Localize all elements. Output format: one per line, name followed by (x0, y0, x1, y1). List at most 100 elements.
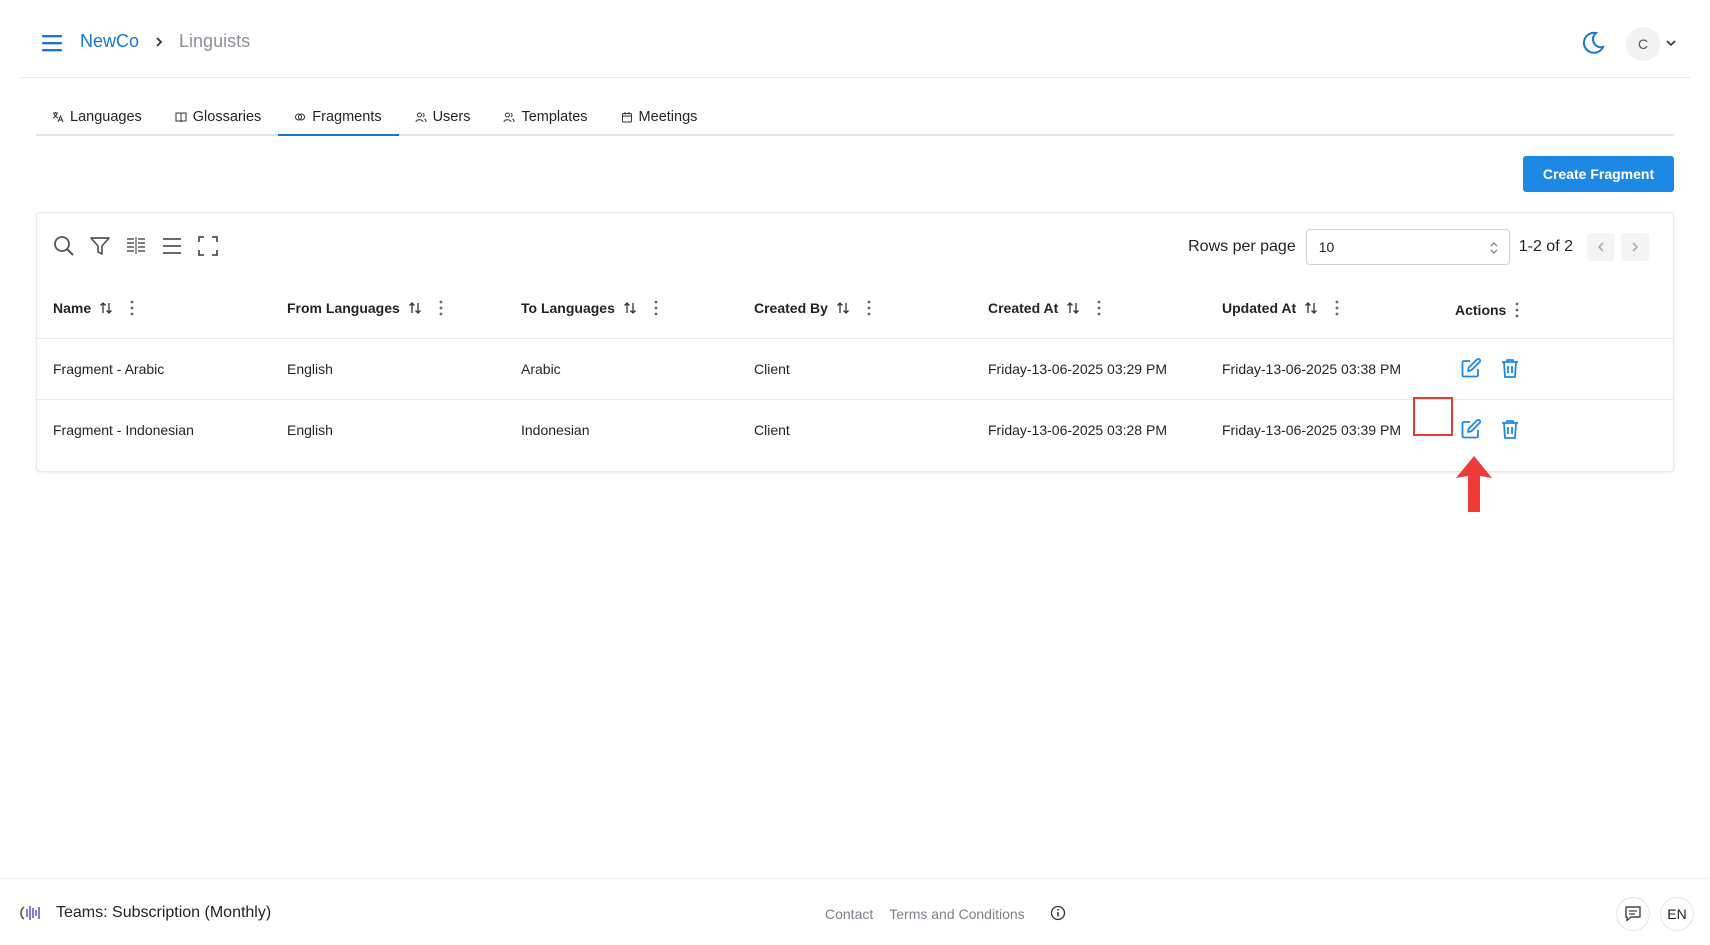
cell-updated-at: Friday-13-06-2025 03:38 PM (1222, 361, 1401, 377)
cell-to-languages: Indonesian (521, 422, 590, 438)
column-label: Actions (1455, 302, 1507, 318)
rows-per-page-label: Rows per page (1188, 238, 1296, 255)
column-header-to-languages: To Languages (521, 299, 663, 317)
tab-label: Templates (521, 109, 588, 125)
column-menu-icon[interactable] (434, 299, 448, 317)
tab-label: Glossaries (192, 109, 262, 125)
sort-icon[interactable] (1066, 301, 1080, 315)
info-icon[interactable] (1050, 905, 1066, 921)
users-icon (503, 112, 515, 123)
columns-icon[interactable] (125, 235, 147, 257)
search-icon[interactable] (53, 235, 75, 257)
edit-pencil-icon (1461, 357, 1482, 378)
sort-icon[interactable] (623, 301, 637, 315)
chevron-left-icon (1597, 242, 1604, 252)
tab-label: Languages (70, 109, 142, 125)
column-label: From Languages (287, 300, 400, 316)
footer: Teams: Subscription (Monthly) Contact Te… (0, 878, 1710, 945)
column-menu-icon[interactable] (125, 299, 139, 317)
tab-fragments[interactable]: Fragments (278, 100, 399, 136)
sort-icon[interactable] (1304, 301, 1318, 315)
sort-icon[interactable] (408, 301, 422, 315)
tab-glossaries[interactable]: Glossaries (159, 100, 279, 134)
translate-icon (52, 112, 64, 123)
delete-button[interactable] (1497, 416, 1523, 442)
column-menu-icon[interactable] (649, 299, 663, 317)
contact-link[interactable]: Contact (825, 906, 873, 922)
page-range: 1-2 of 2 (1518, 238, 1573, 255)
column-header-from-languages: From Languages (287, 299, 448, 317)
sort-icon[interactable] (99, 301, 113, 315)
tab-bar: Languages Glossaries Fragments Users Tem… (36, 100, 1674, 136)
avatar[interactable]: C (1626, 27, 1660, 61)
density-icon[interactable] (161, 235, 183, 257)
table-toolbar (53, 235, 219, 257)
column-header-actions: Actions (1455, 301, 1524, 319)
column-header-created-by: Created By (754, 299, 876, 317)
trash-icon (1502, 359, 1518, 378)
column-menu-icon[interactable] (862, 299, 876, 317)
cell-from-languages: English (287, 422, 333, 438)
column-label: Updated At (1222, 300, 1297, 316)
tab-meetings[interactable]: Meetings (605, 100, 715, 134)
cell-created-at: Friday-13-06-2025 03:28 PM (988, 422, 1167, 438)
users-icon (415, 112, 427, 123)
fragments-icon (295, 113, 306, 121)
cell-updated-at: Friday-13-06-2025 03:39 PM (1222, 422, 1401, 438)
create-fragment-button[interactable]: Create Fragment (1523, 156, 1674, 192)
cell-from-languages: English (287, 361, 333, 377)
column-menu-icon[interactable] (1330, 299, 1344, 317)
table-row: Fragment - Arabic English Arabic Client … (37, 339, 1673, 400)
cell-created-by: Client (754, 422, 790, 438)
tab-label: Meetings (638, 109, 698, 125)
rows-per-page-select[interactable]: 10 (1305, 229, 1510, 265)
column-menu-icon[interactable] (1510, 301, 1524, 319)
select-arrows-icon (1490, 242, 1498, 254)
delete-button[interactable] (1497, 355, 1523, 381)
chevron-right-icon (153, 36, 165, 48)
terms-link[interactable]: Terms and Conditions (889, 906, 1024, 922)
top-bar: NewCo Linguists C (20, 0, 1690, 78)
column-label: Created At (988, 300, 1059, 316)
hamburger-menu-icon[interactable] (40, 32, 64, 54)
column-header-name: Name (53, 299, 139, 317)
cell-name: Fragment - Arabic (53, 361, 165, 377)
chevron-down-icon[interactable] (1664, 36, 1678, 50)
subscription-plan: Teams: Subscription (Monthly) (56, 904, 272, 921)
language-button[interactable]: EN (1660, 897, 1694, 931)
column-label: To Languages (521, 300, 615, 316)
column-label: Created By (754, 300, 828, 316)
column-menu-icon[interactable] (1092, 299, 1106, 317)
edit-button[interactable] (1458, 355, 1484, 381)
calendar-icon (621, 112, 632, 123)
footer-links: Contact Terms and Conditions (825, 906, 1025, 922)
tab-label: Users (432, 109, 471, 125)
fullscreen-icon[interactable] (197, 235, 219, 257)
chevron-right-icon (1632, 242, 1639, 252)
tab-users[interactable]: Users (399, 100, 488, 134)
breadcrumb: NewCo Linguists (80, 31, 250, 52)
edit-button[interactable] (1458, 416, 1484, 442)
dark-mode-moon-icon[interactable] (1580, 30, 1606, 56)
breadcrumb-org-link[interactable]: NewCo (80, 31, 139, 52)
sort-icon[interactable] (836, 301, 850, 315)
next-page-button[interactable] (1621, 233, 1649, 261)
filter-icon[interactable] (89, 235, 111, 257)
tab-languages[interactable]: Languages (36, 100, 159, 134)
book-icon (175, 112, 187, 123)
chat-button[interactable] (1616, 897, 1650, 931)
edit-pencil-icon (1461, 418, 1482, 439)
table-header: Name From Languages To Languages Created… (37, 281, 1673, 339)
rows-per-page-value: 10 (1318, 239, 1335, 255)
cell-to-languages: Arabic (521, 361, 561, 377)
cell-name: Fragment - Indonesian (53, 422, 194, 438)
pagination: Rows per page 10 1-2 of 2 (1188, 229, 1649, 265)
red-arrow-up-icon (1456, 456, 1492, 512)
trash-icon (1502, 420, 1518, 439)
tab-label: Fragments (312, 109, 382, 125)
app-logo-icon (20, 906, 40, 920)
previous-page-button[interactable] (1587, 233, 1615, 261)
fragments-table: Rows per page 10 1-2 of 2 Name From Lang… (36, 212, 1674, 472)
tab-templates[interactable]: Templates (487, 100, 604, 134)
breadcrumb-current: Linguists (179, 31, 251, 51)
